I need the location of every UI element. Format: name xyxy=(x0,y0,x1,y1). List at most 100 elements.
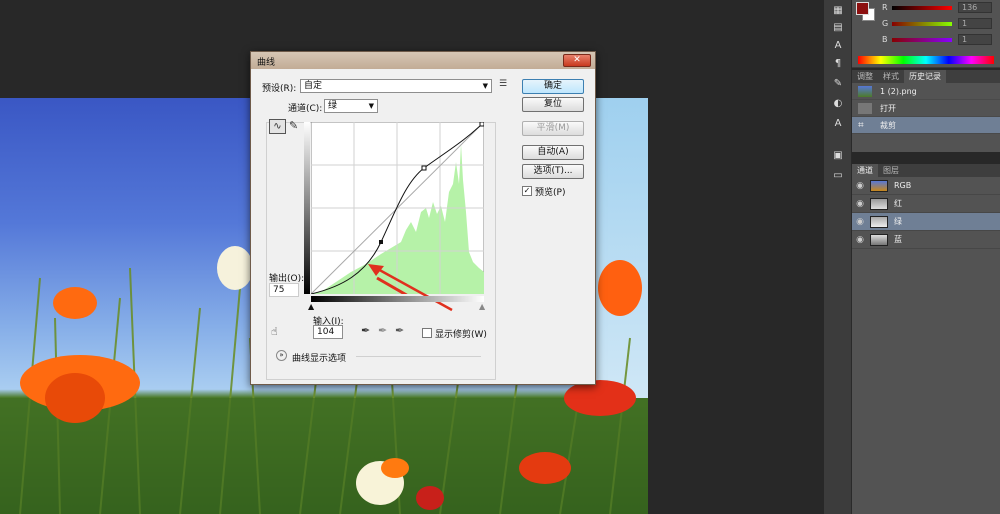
channel-thumbnail xyxy=(870,215,888,228)
white-point-slider-icon[interactable]: ▲ xyxy=(479,302,485,311)
b-bar[interactable] xyxy=(892,38,952,42)
channel-thumbnail xyxy=(870,233,888,246)
layers-icon[interactable]: ▣ xyxy=(832,150,844,162)
preset-options-icon[interactable]: ☰ xyxy=(499,79,507,89)
history-item-crop[interactable]: ⌗ 裁剪 xyxy=(852,117,1000,134)
b-value[interactable]: 1 xyxy=(958,34,992,45)
tab-history[interactable]: 历史记录 xyxy=(904,70,946,83)
show-clipping-label: 显示修剪(W) xyxy=(435,330,487,340)
expand-chevron-icon[interactable]: » xyxy=(276,350,287,361)
channel-blue[interactable]: ◉ 蓝 xyxy=(852,231,1000,249)
preset-select[interactable]: 自定 ▼ xyxy=(300,79,492,93)
curve-point-end[interactable] xyxy=(479,122,484,127)
chevron-down-icon: ▼ xyxy=(482,82,488,90)
preview-checkbox[interactable]: ✓ xyxy=(522,186,532,196)
channels-tabs: 通道 图层 xyxy=(852,164,1000,177)
input-field[interactable]: 104 xyxy=(313,325,343,339)
notes-icon[interactable]: ▭ xyxy=(832,170,844,182)
options-button[interactable]: 选项(T)... xyxy=(522,164,584,179)
history-icon[interactable]: ▤ xyxy=(832,22,844,34)
channel-label: 红 xyxy=(894,199,902,208)
g-slider[interactable]: G 1 xyxy=(882,18,996,31)
r-value[interactable]: 136 xyxy=(958,2,992,13)
channel-green[interactable]: ◉ 绿 xyxy=(852,213,1000,231)
chevron-down-icon: ▼ xyxy=(368,102,374,110)
eye-icon[interactable]: ◉ xyxy=(852,199,868,209)
preset-label: 预设(R): xyxy=(262,84,297,94)
preset-value: 自定 xyxy=(304,81,323,91)
channel-label: 绿 xyxy=(894,217,902,226)
close-button[interactable]: ✕ xyxy=(563,54,591,67)
r-bar[interactable] xyxy=(892,6,952,10)
character-icon[interactable]: A xyxy=(832,40,844,52)
curve-point-icon[interactable]: ∿ xyxy=(269,119,286,134)
b-slider[interactable]: B 1 xyxy=(882,34,996,47)
paragraph-icon[interactable]: ¶ xyxy=(832,58,844,70)
r-label: R xyxy=(882,3,888,12)
tool-strip: ▦ ▤ A ¶ ✎ ◐ A ▣ ▭ xyxy=(824,0,852,514)
type-icon[interactable]: A xyxy=(832,118,844,130)
output-value: 75 xyxy=(273,285,285,295)
channel-label: 蓝 xyxy=(894,235,902,244)
color-panel: R 136 G 1 B 1 xyxy=(852,0,1000,68)
output-field[interactable]: 75 xyxy=(269,283,299,297)
preview-label: 预览(P) xyxy=(535,188,566,198)
brush-icon[interactable]: ✎ xyxy=(832,78,844,90)
history-item-label: 打开 xyxy=(880,103,896,113)
channel-select[interactable]: 绿 ▼ xyxy=(324,99,378,113)
history-snapshot[interactable]: 1 (2).png xyxy=(852,83,1000,100)
output-gradient xyxy=(304,122,310,294)
photoshop-workspace: ▦ ▤ A ¶ ✎ ◐ A ▣ ▭ R 136 G 1 B 1 调整 样式 历史… xyxy=(0,0,1000,514)
reset-button[interactable]: 复位 xyxy=(522,97,584,112)
show-clipping-checkbox[interactable] xyxy=(422,328,432,338)
dialog-title: 曲线 xyxy=(257,58,276,68)
divider xyxy=(356,356,481,357)
history-item-open[interactable]: 打开 xyxy=(852,100,1000,117)
eye-icon[interactable]: ◉ xyxy=(852,235,868,245)
tab-layers[interactable]: 图层 xyxy=(878,164,904,177)
document-icon xyxy=(858,102,872,114)
crop-icon: ⌗ xyxy=(858,119,864,131)
b-label: B xyxy=(882,35,888,44)
g-label: G xyxy=(882,19,889,28)
r-slider[interactable]: R 136 xyxy=(882,2,996,15)
foreground-color-swatch[interactable] xyxy=(856,2,869,15)
gray-eyedropper-icon[interactable]: ✒ xyxy=(378,324,387,337)
ok-button[interactable]: 确定 xyxy=(522,79,584,94)
channel-value: 绿 xyxy=(328,101,338,111)
curve-options-label: 曲线显示选项 xyxy=(292,354,347,364)
channels-panel: 通道 图层 ◉ RGB ◉ 红 ◉ 绿 ◉ 蓝 xyxy=(852,164,1000,514)
white-eyedropper-icon[interactable]: ✒ xyxy=(395,324,404,337)
eye-icon[interactable]: ◉ xyxy=(852,181,868,191)
arrow-annotation-icon xyxy=(368,264,453,312)
pencil-icon[interactable]: ✎ xyxy=(289,119,298,132)
history-item-label: 裁剪 xyxy=(880,120,896,130)
history-item-label: 1 (2).png xyxy=(880,86,917,96)
channel-label: RGB xyxy=(894,181,912,190)
g-bar[interactable] xyxy=(892,22,952,26)
channel-rgb[interactable]: ◉ RGB xyxy=(852,177,1000,195)
channel-thumbnail xyxy=(870,179,888,192)
channel-red[interactable]: ◉ 红 xyxy=(852,195,1000,213)
tab-styles[interactable]: 样式 xyxy=(878,70,904,83)
auto-button[interactable]: 自动(A) xyxy=(522,145,584,160)
curve-point-active[interactable] xyxy=(379,240,383,244)
channel-thumbnail xyxy=(870,197,888,210)
color-icon[interactable]: ▦ xyxy=(832,5,844,17)
tab-adjustments[interactable]: 调整 xyxy=(852,70,878,83)
input-value: 104 xyxy=(317,327,335,337)
dialog-titlebar[interactable]: 曲线 ✕ xyxy=(251,52,595,69)
channel-label: 通道(C): xyxy=(286,101,325,114)
curves-dialog: 曲线 ✕ 预设(R): 自定 ▼ ☰ 通道(C): 绿 ▼ ∿ ✎ 输出(O):… xyxy=(250,51,596,385)
eye-icon[interactable]: ◉ xyxy=(852,217,868,227)
color-spectrum[interactable] xyxy=(858,56,994,64)
adjustments-icon[interactable]: ◐ xyxy=(832,98,844,110)
on-image-adjust-icon[interactable]: ☝ xyxy=(271,325,278,338)
dialog-body: 预设(R): 自定 ▼ ☰ 通道(C): 绿 ▼ ∿ ✎ 输出(O): 75 ▲… xyxy=(256,74,590,380)
g-value[interactable]: 1 xyxy=(958,18,992,29)
curve-point[interactable] xyxy=(421,165,427,171)
black-point-slider-icon[interactable]: ▲ xyxy=(308,302,314,311)
black-eyedropper-icon[interactable]: ✒ xyxy=(361,324,370,337)
tab-channels[interactable]: 通道 xyxy=(852,164,878,177)
smooth-button[interactable]: 平滑(M) xyxy=(522,121,584,136)
